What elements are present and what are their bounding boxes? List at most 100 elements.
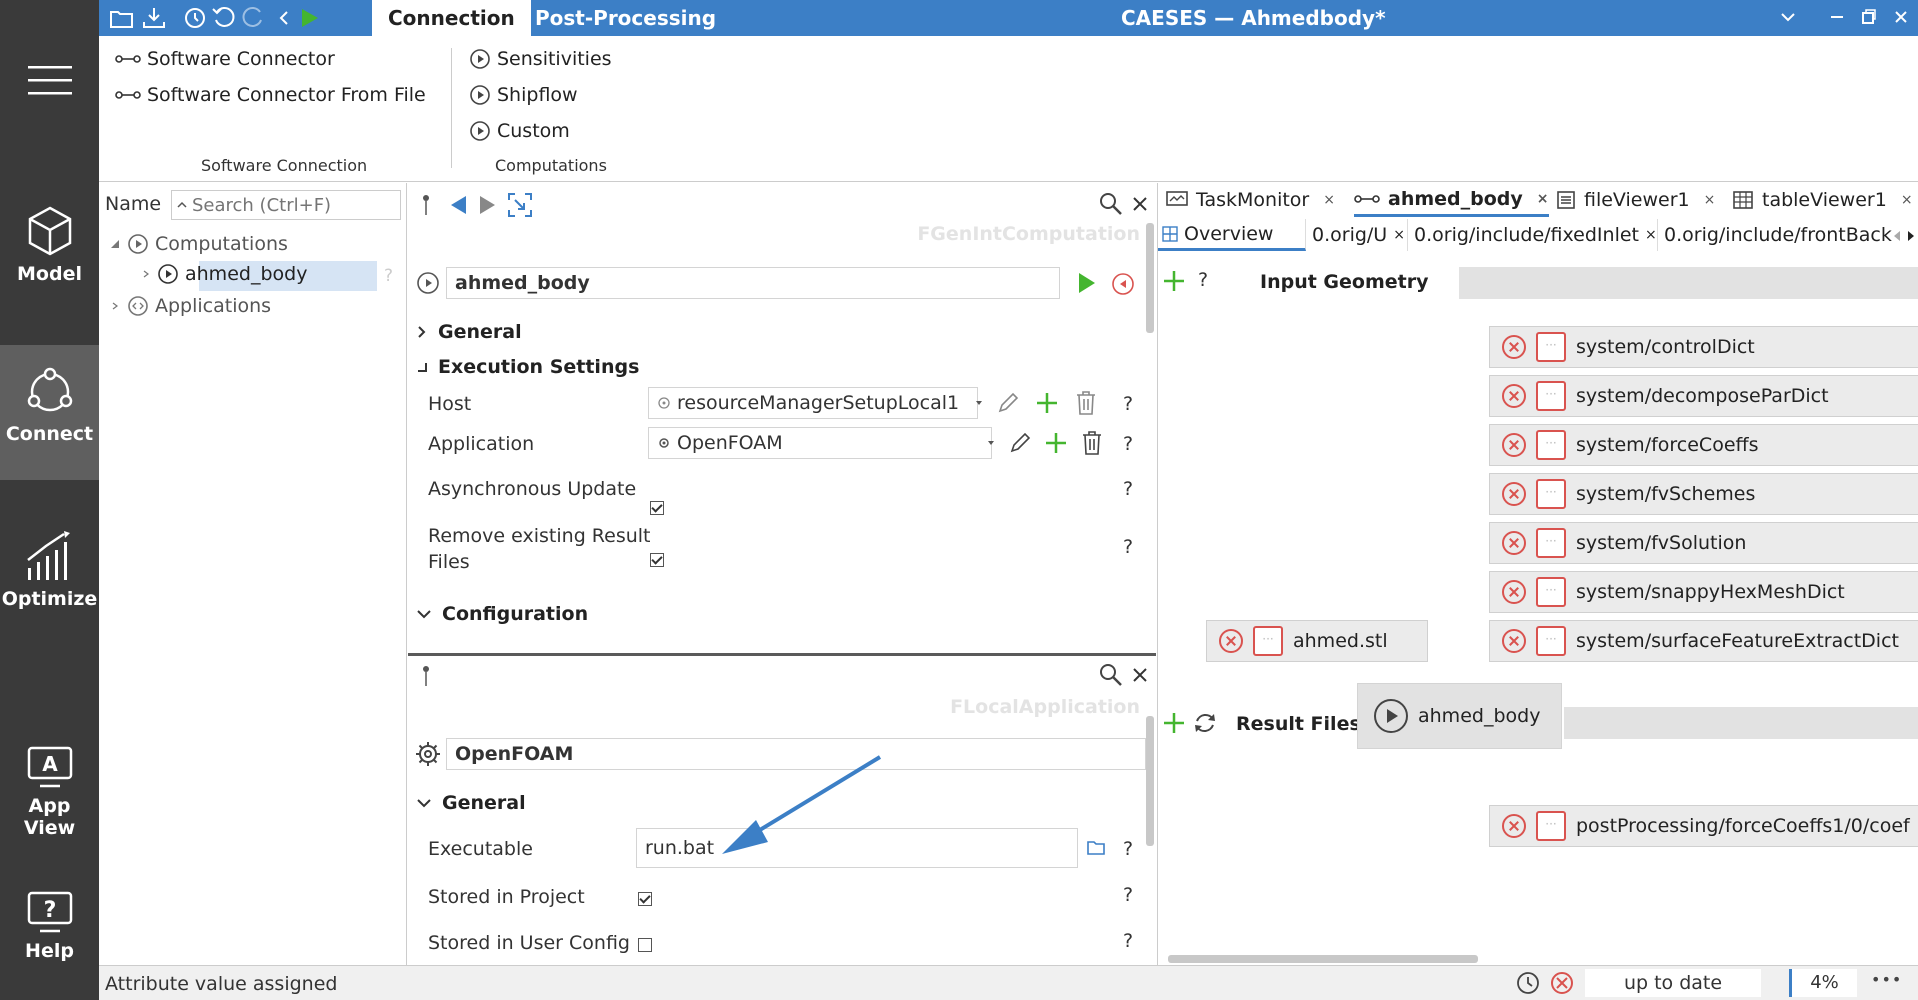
collapsed-triangle-icon[interactable] [109, 300, 121, 312]
section-execution-settings[interactable]: Execution Settings [416, 356, 639, 378]
file-options-icon[interactable]: ··· [1536, 528, 1566, 558]
more-options-icon[interactable]: ••• [1871, 970, 1902, 989]
remove-icon[interactable] [1502, 814, 1526, 838]
file-options-icon[interactable]: ··· [1536, 332, 1566, 362]
computation-name-field[interactable]: ahmed_body [446, 267, 1060, 299]
scrollbar-thumb[interactable] [1146, 716, 1154, 846]
trash-icon[interactable] [1074, 390, 1098, 416]
scroll-tabs-icon[interactable] [1892, 229, 1916, 243]
pin-icon[interactable] [420, 193, 432, 217]
close-tab-icon[interactable]: × [1704, 192, 1716, 208]
trash-icon[interactable] [1080, 430, 1104, 456]
cancel-icon[interactable] [1549, 970, 1575, 996]
history-clock-icon[interactable] [1515, 970, 1541, 996]
input-file-node[interactable]: ··· system/forceCoeffs [1489, 424, 1918, 466]
chevron-down-icon[interactable] [1779, 8, 1797, 26]
close-tab-icon[interactable]: × [1645, 227, 1657, 243]
nav-back-icon[interactable] [448, 193, 468, 217]
remove-icon[interactable] [1502, 433, 1526, 457]
tree-help-icon[interactable]: ? [384, 266, 393, 286]
custom-button[interactable]: Custom [469, 120, 570, 142]
tree-item-applications[interactable]: Applications [109, 295, 271, 317]
subtab-front-back[interactable]: 0.orig/include/frontBack [1660, 219, 1898, 251]
application-help-icon[interactable]: ? [1123, 433, 1133, 455]
expand-triangle-icon[interactable] [109, 238, 121, 250]
minimize-icon[interactable] [1829, 8, 1845, 26]
input-file-node[interactable]: ··· system/controlDict [1489, 326, 1918, 368]
back-arrow-icon[interactable] [277, 6, 291, 30]
tree-item-computations[interactable]: Computations [109, 233, 288, 255]
add-icon[interactable] [1035, 391, 1059, 415]
input-file-node[interactable]: ··· system/fvSchemes [1489, 473, 1918, 515]
stop-computation-icon[interactable] [1110, 271, 1136, 297]
restore-icon[interactable] [1861, 8, 1877, 26]
remove-icon[interactable] [1502, 580, 1526, 604]
input-file-node[interactable]: ··· system/decomposeParDict [1489, 375, 1918, 417]
sidebar-item-connect[interactable]: Connect [0, 345, 99, 480]
save-icon[interactable] [141, 6, 167, 30]
software-connector-button[interactable]: Software Connector [115, 48, 335, 70]
remove-icon[interactable] [1502, 531, 1526, 555]
stored-user-help-icon[interactable]: ? [1123, 930, 1133, 952]
tree-search-box[interactable] [171, 190, 401, 220]
add-icon[interactable] [1162, 269, 1186, 293]
search-icon[interactable] [1098, 662, 1124, 688]
close-tab-icon[interactable]: × [1901, 192, 1913, 208]
close-panel-icon[interactable] [1131, 195, 1149, 213]
search-input[interactable] [192, 194, 382, 216]
host-select[interactable]: resourceManagerSetupLocal1 [648, 387, 978, 419]
tab-connection[interactable]: Connection [372, 0, 531, 36]
tab-post-processing[interactable]: Post-Processing [519, 0, 732, 36]
stored-in-user-config-checkbox[interactable] [638, 938, 652, 952]
geometry-file-node[interactable]: ··· ahmed.stl [1206, 620, 1428, 662]
executable-help-icon[interactable]: ? [1123, 838, 1133, 860]
host-help-icon[interactable]: ? [1123, 393, 1133, 415]
async-update-checkbox[interactable] [650, 501, 664, 515]
remove-help-icon[interactable]: ? [1123, 536, 1133, 558]
sensitivities-button[interactable]: Sensitivities [469, 48, 612, 70]
file-options-icon[interactable]: ··· [1536, 811, 1566, 841]
result-file-node[interactable]: ··· postProcessing/forceCoeffs1/0/coef [1489, 805, 1918, 847]
history-icon[interactable] [182, 6, 208, 30]
close-icon[interactable] [1893, 8, 1909, 26]
remove-icon[interactable] [1502, 335, 1526, 359]
horizontal-scrollbar[interactable] [1168, 955, 1478, 963]
run-icon[interactable] [299, 6, 321, 30]
remove-results-checkbox[interactable] [650, 553, 664, 567]
close-tab-icon[interactable]: × [1393, 227, 1405, 243]
input-file-node[interactable]: ··· system/fvSolution [1489, 522, 1918, 564]
software-connector-from-file-button[interactable]: Software Connector From File [115, 84, 426, 106]
close-panel-icon[interactable] [1131, 666, 1149, 684]
remove-icon[interactable] [1502, 629, 1526, 653]
subtab-orig-u[interactable]: 0.orig/U × [1308, 219, 1408, 251]
application-select[interactable]: OpenFOAM [648, 427, 992, 459]
remove-icon[interactable] [1502, 384, 1526, 408]
redo-icon[interactable] [240, 6, 266, 30]
tab-table-viewer[interactable]: tableViewer1 × [1732, 183, 1913, 217]
file-options-icon[interactable]: ··· [1536, 381, 1566, 411]
edit-pencil-icon[interactable] [996, 391, 1020, 415]
collapsed-triangle-icon[interactable] [141, 268, 151, 280]
scrollbar-thumb[interactable] [1146, 223, 1154, 333]
shipflow-button[interactable]: Shipflow [469, 84, 578, 106]
computation-node[interactable]: ahmed_body [1357, 683, 1562, 749]
sidebar-item-help[interactable]: ? Help [0, 890, 99, 970]
close-tab-icon[interactable]: × [1537, 191, 1549, 207]
tab-task-monitor[interactable]: TaskMonitor × [1166, 183, 1335, 217]
dropdown-arrow-icon[interactable] [974, 398, 984, 408]
sidebar-item-app-view[interactable]: A App View [0, 745, 99, 839]
file-options-icon[interactable]: ··· [1536, 626, 1566, 656]
help-icon[interactable]: ? [1198, 269, 1208, 291]
undo-icon[interactable] [211, 6, 237, 30]
search-icon[interactable] [1098, 191, 1124, 217]
add-icon[interactable] [1162, 711, 1186, 735]
add-icon[interactable] [1044, 431, 1068, 455]
tab-file-viewer[interactable]: fileViewer1 × [1556, 183, 1715, 217]
section-general[interactable]: General [416, 792, 526, 814]
async-help-icon[interactable]: ? [1123, 478, 1133, 500]
subtab-fixed-inlet[interactable]: 0.orig/include/fixedInlet × [1410, 219, 1658, 251]
sidebar-item-model[interactable]: Model [0, 205, 99, 325]
file-options-icon[interactable]: ··· [1536, 430, 1566, 460]
nav-forward-icon[interactable] [478, 193, 498, 217]
pin-icon[interactable] [420, 664, 432, 688]
